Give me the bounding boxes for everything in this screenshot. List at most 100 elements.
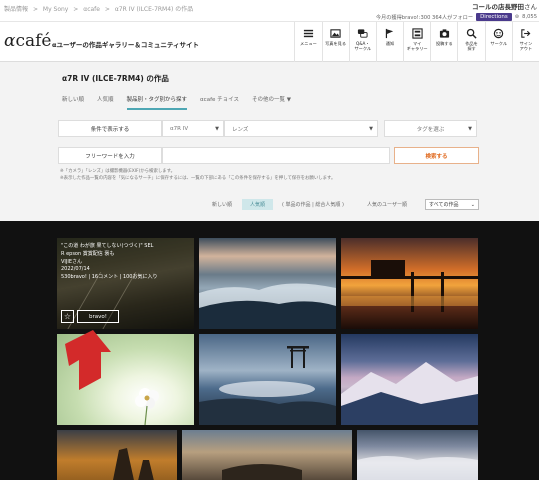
chat-icon [358, 29, 368, 38]
filter-section: 条件で表示する α7R IV ▼ レンズ ▼ タグを選ぶ ▼ フリーワードを入力… [0, 112, 539, 193]
tab-popular[interactable]: 人気順 [97, 95, 114, 110]
search-button[interactable]: 検索する [394, 147, 479, 164]
nav-sign-out[interactable]: サイン アウト [511, 22, 539, 62]
user-suffix: さん [524, 3, 537, 11]
freeword-row: フリーワードを入力 検索する [58, 147, 479, 164]
logo-text: café [15, 31, 52, 51]
nav-label: サイン アウト [519, 41, 533, 52]
freeword-input[interactable] [162, 147, 390, 164]
photo-tile-featured[interactable]: "この道 わが旅 果てしない(つづく)" SEL R epson 賞賞配信 褒も… [57, 238, 194, 329]
nav-menu[interactable]: メニュー [294, 22, 321, 62]
photo-stats: 530bravo! | 16コメント | 100お気に入り [61, 274, 158, 280]
tab-other-lists[interactable]: その他の一覧 ▼ [252, 95, 291, 110]
sort-newest[interactable]: 新しい順 [207, 199, 237, 210]
circle-icon [493, 28, 504, 39]
nav-search-works[interactable]: 作品を 探す [457, 22, 484, 62]
gallery-icon [412, 28, 423, 39]
nav-view-photos[interactable]: 写真を見る [321, 22, 349, 62]
photo-tile[interactable] [199, 238, 336, 329]
photo-snow-mountain [341, 362, 478, 425]
favorite-star-button[interactable]: ☆ [61, 310, 74, 323]
photo-tile[interactable] [57, 430, 177, 480]
filter-note: ※「カメラ」「レンズ」は撮影機器(EXIF)から検索します。 [60, 169, 175, 174]
breadcrumb-item[interactable]: My Sony [43, 6, 68, 13]
header-nav: メニュー 写真を見る Q&A・ サークル 通知 マイ ギャラリー 投稿する 作品を探… [294, 22, 539, 62]
photo-tile[interactable] [182, 430, 352, 480]
chevron-down-icon: ⌄ [470, 202, 475, 208]
nav-label: メニュー [300, 41, 317, 46]
nav-label: 作品を 探す [465, 41, 478, 52]
points-value: 8,055 [522, 14, 537, 20]
tag-select[interactable]: タグを選ぶ ▼ [384, 120, 477, 137]
site-header: αcafé αユーザーの作品ギャラリー＆コミュニティサイト メニュー 写真を見る… [0, 22, 539, 62]
page-title: α7R IV (ILCE-7RM4) の作品 [62, 74, 169, 83]
photo-seascape [199, 283, 336, 329]
breadcrumb-separator: > [73, 6, 79, 13]
photo-tile[interactable] [199, 334, 336, 425]
photo-date: 2022/07/14 [61, 266, 90, 273]
chevron-down-icon: ▼ [468, 126, 472, 132]
search-icon [466, 28, 477, 39]
logo-alpha: α [4, 31, 16, 51]
user-status: 今月の獲得bravo!:300 364人がフォロー Directions ⊚ 8… [376, 13, 537, 21]
nav-circle[interactable]: サークル [484, 22, 512, 62]
nav-notifications[interactable]: 通知 [375, 22, 403, 62]
alpha-cafe-logo[interactable]: αcafé [4, 31, 52, 51]
user-status-text: 今月の獲得bravo!:300 364人がフォロー [375, 14, 474, 21]
photo-tile[interactable] [341, 334, 478, 425]
user-greeting[interactable]: コールの店長野田さん [376, 1, 537, 11]
annotation-arrow-icon [65, 330, 111, 390]
site-tagline: αユーザーの作品ギャラリー＆コミュニティサイト [52, 41, 199, 49]
photo-island-dusk [222, 464, 302, 480]
photo-torii-sea [199, 346, 336, 425]
works-filter-value: すべての作品 [429, 202, 459, 208]
points-icon: ⊚ [514, 14, 520, 20]
nav-label: 写真を見る [325, 41, 347, 46]
user-panel: コールの店長野田さん 今月の獲得bravo!:300 364人がフォロー Dir… [376, 1, 537, 21]
photo-title: "この道 わが旅 果てしない(つづく)" SEL [61, 243, 154, 249]
photo-tile[interactable] [357, 430, 478, 480]
breadcrumb-current: α7R IV (ILCE-7RM4) の作品 [114, 6, 194, 13]
tab-newest[interactable]: 新しい順 [62, 95, 84, 110]
breadcrumb-item[interactable]: αcafe [83, 6, 100, 13]
sort-popular-users[interactable]: 人気のユーザー順 [359, 199, 415, 210]
page-title-section: α7R IV (ILCE-7RM4) の作品 新しい順 人気順 製品別・タグ別か… [0, 62, 539, 112]
condition-row: 条件で表示する α7R IV ▼ レンズ ▼ タグを選ぶ ▼ [58, 120, 477, 137]
bravo-button[interactable]: bravo! [77, 310, 119, 323]
breadcrumb-separator: > [104, 6, 110, 13]
photo-rocks-sunset [113, 448, 154, 480]
nav-label: 投稿する [435, 41, 453, 46]
photo-gallery: "この道 わが旅 果てしない(つづく)" SEL R epson 賞賞配信 褒も… [0, 221, 539, 480]
top-utility-bar: 製品情報 > My Sony > αcafe > α7R IV (ILCE-7R… [0, 0, 539, 22]
nav-post[interactable]: 投稿する [430, 22, 457, 62]
sort-popular-options[interactable]: ( 単品の作品 | 総合人気順 ) [278, 199, 348, 210]
photo-title-cont: R epson 賞賞配信 褒も [61, 250, 115, 257]
chevron-down-icon: ▼ [369, 126, 373, 132]
nav-label: マイ ギャラリー [406, 41, 428, 52]
photo-bridge-sunset [341, 260, 478, 312]
works-filter-select[interactable]: すべての作品 ⌄ [425, 199, 479, 210]
tab-cafe-choice[interactable]: αcafe チョイス [200, 95, 239, 110]
nav-my-gallery[interactable]: マイ ギャラリー [403, 22, 430, 62]
signout-icon [521, 29, 531, 38]
user-name[interactable]: コールの店長野田 [472, 3, 524, 11]
breadcrumb: 製品情報 > My Sony > αcafe > α7R IV (ILCE-7R… [4, 4, 196, 13]
photo-tile[interactable] [341, 238, 478, 329]
sort-popular[interactable]: 人気順 [242, 199, 273, 210]
nav-label: サークル [490, 41, 508, 46]
nav-qa-circle[interactable]: Q&A・ サークル [348, 22, 376, 62]
breadcrumb-separator: > [32, 6, 38, 13]
nav-label: 通知 [385, 41, 395, 46]
tab-by-product-tag[interactable]: 製品別・タグ別から探す [126, 95, 188, 110]
tab-bar: 新しい順 人気順 製品別・タグ別から探す αcafe チョイス その他の一覧 ▼ [62, 95, 304, 110]
condition-label: 条件で表示する [58, 120, 162, 137]
photo-author[interactable]: VIJIEさん [61, 259, 158, 267]
camera-model-select[interactable]: α7R IV ▼ [162, 120, 224, 137]
camera-model-value: α7R IV [170, 125, 189, 132]
breadcrumb-item[interactable]: 製品情報 [4, 6, 28, 13]
lens-select[interactable]: レンズ ▼ [224, 120, 378, 137]
menu-icon [303, 29, 313, 38]
directions-badge[interactable]: Directions [476, 13, 512, 21]
flag-icon [386, 28, 394, 39]
photo-sea-of-clouds [357, 456, 478, 480]
